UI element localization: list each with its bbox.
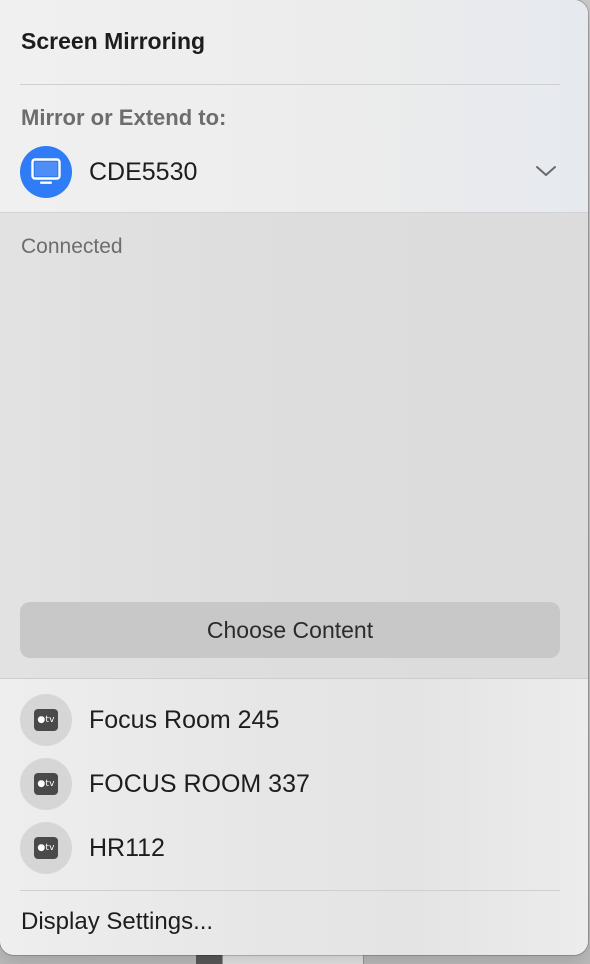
selected-device-row[interactable]: CDE5530: [20, 146, 568, 200]
device-list-item[interactable]: ● tv HR112: [20, 822, 568, 876]
connection-status: Connected: [21, 235, 123, 258]
apple-tv-badge: ● tv: [34, 773, 58, 795]
device-list-item[interactable]: ● tv Focus Room 245: [20, 694, 568, 748]
device-options-section: Connected Choose Content: [0, 213, 588, 679]
device-name: FOCUS ROOM 337: [89, 770, 310, 798]
divider: [20, 890, 560, 891]
panel-title: Screen Mirroring: [21, 28, 206, 54]
device-name: HR112: [89, 834, 165, 862]
screen-mirroring-panel: Screen Mirroring Mirror or Extend to: CD…: [0, 0, 588, 955]
panel-header-section: Screen Mirroring Mirror or Extend to: CD…: [0, 0, 588, 213]
apple-tv-icon: ● tv: [20, 822, 72, 874]
divider: [20, 84, 560, 85]
apple-tv-badge: ● tv: [34, 709, 58, 731]
choose-content-button[interactable]: Choose Content: [20, 602, 560, 658]
apple-tv-badge: ● tv: [34, 837, 58, 859]
apple-tv-icon: ● tv: [20, 694, 72, 746]
mirror-extend-label: Mirror or Extend to:: [21, 105, 227, 130]
display-icon: [20, 146, 72, 198]
device-list-item[interactable]: ● tv FOCUS ROOM 337: [20, 758, 568, 812]
device-name: Focus Room 245: [89, 706, 280, 734]
selected-device-name: CDE5530: [89, 158, 198, 186]
apple-tv-icon: ● tv: [20, 758, 72, 810]
chevron-down-icon[interactable]: [534, 162, 558, 180]
display-settings-link[interactable]: Display Settings...: [21, 908, 213, 936]
